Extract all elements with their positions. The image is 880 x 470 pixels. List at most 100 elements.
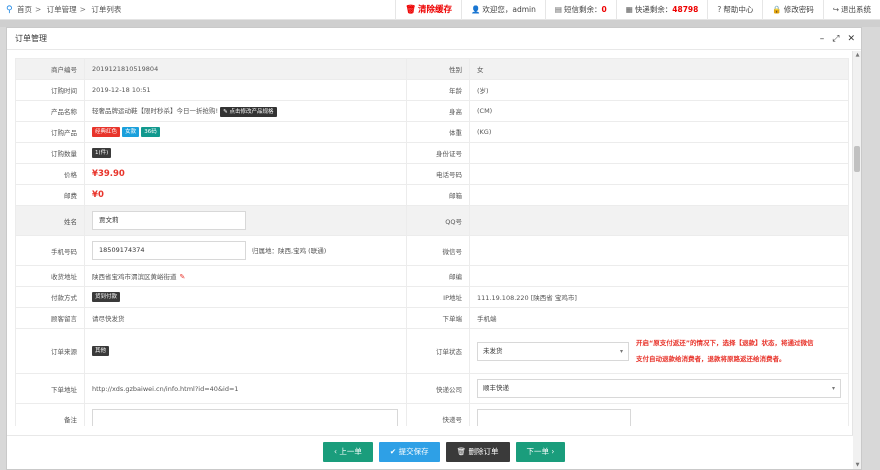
tag-style: 女款: [122, 127, 140, 137]
weight-value: (KG): [469, 121, 849, 143]
height-value: (CM): [469, 100, 849, 122]
action-buttons: ‹ 上一单 ✔ 提交保存 🗑 删除订单 下一单 ›: [323, 442, 566, 462]
product-name-value: 轻奢品牌运动鞋【限时秒杀】今日一折抢购!: [92, 107, 219, 115]
order-url-value: http://xds.gzbaiwei.cn/info.html?id=40&i…: [84, 373, 407, 404]
form-row: 手机号码 18509174374 归属地：陕西,宝鸡 (联通) 微信号: [15, 235, 849, 266]
status-label: 订单状态: [405, 328, 471, 374]
quantity-label: 订购数量: [15, 142, 86, 164]
edit-spec-button[interactable]: ✎ 点击修改产品规格: [220, 107, 277, 117]
order-url-label: 下单地址: [15, 373, 86, 404]
quantity-badge: 1(件): [92, 148, 112, 158]
background-tab-strip: [0, 20, 880, 27]
chevron-down-icon: ▾: [619, 347, 623, 355]
modal-scrollbar[interactable]: ▲ ▼: [852, 51, 861, 469]
welcome-user[interactable]: 👤 欢迎您，admin: [461, 0, 545, 20]
ip-label: IP地址: [405, 286, 471, 308]
maximize-icon[interactable]: ⤢: [832, 28, 839, 50]
gender-label: 性别: [405, 58, 471, 80]
clear-cache-button[interactable]: 🗑 清除缓存: [395, 0, 461, 20]
breadcrumb-orders[interactable]: 订单管理: [47, 5, 77, 14]
address-label: 收货地址: [15, 265, 86, 287]
breadcrumb: ⚲ 首页 > 订单管理 > 订单列表: [6, 5, 122, 15]
chevron-left-icon: ‹: [334, 447, 337, 456]
note-label: 备注: [15, 403, 86, 426]
form-row: 订单来源 其他 订单状态 未发货 ▾ 开启“原支付返还”的情况下，选择【退款】状态…: [15, 328, 849, 374]
terminal-label: 下单端: [405, 307, 471, 329]
address-cell: 陕西省宝鸡市渭滨区黄峪街道 ✎: [84, 265, 407, 287]
name-cell: 贾文莉: [84, 205, 407, 236]
tag-color: 经典红色: [92, 127, 121, 137]
sms-icon: ▤: [554, 5, 562, 14]
form-row: 顾客留言 请尽快发货 下单端 手机端: [15, 307, 849, 329]
top-nav: 🗑 清除缓存 👤 欢迎您，admin ▤ 短信剩余：0 ▦ 快递剩余：48798 ? 帮助…: [395, 0, 880, 20]
merchant-no-label: 商户编号: [15, 58, 86, 80]
mailbox-value: [469, 184, 849, 206]
save-button[interactable]: ✔ 提交保存: [378, 442, 440, 462]
logout-link[interactable]: ↪ 退出系统: [822, 0, 880, 20]
status-select[interactable]: 未发货 ▾: [477, 341, 629, 361]
note-input[interactable]: [92, 409, 399, 426]
scroll-thumb[interactable]: [854, 146, 860, 172]
note-cell: [84, 403, 407, 426]
scroll-up-icon[interactable]: ▲: [854, 52, 861, 58]
payment-badge: 货到付款: [92, 292, 121, 302]
name-input[interactable]: 贾文莉: [92, 211, 247, 230]
order-time-value: 2019-12-18 10:51: [84, 79, 407, 101]
wechat-label: 微信号: [405, 235, 471, 266]
status-note: 开启“原支付返还”的情况下，选择【退款】状态，将通过微信 支付自动退款给消费者，…: [636, 335, 814, 367]
source-label: 订单来源: [15, 328, 86, 374]
qq-label: QQ号: [405, 205, 471, 236]
change-password-link[interactable]: 🔒 修改密码: [762, 0, 822, 20]
order-product-tags: 经典红色 女款 36码: [84, 121, 407, 143]
shipping-value: ¥0: [92, 190, 104, 200]
wechat-value: [469, 235, 849, 266]
status-note-line-2: 支付自动退款给消费者，退款将原路返还给消费者。: [636, 355, 786, 363]
next-order-button[interactable]: 下一单 ›: [515, 442, 566, 462]
order-modal: 订单管理 – ⤢ ✕ 商户编号 2019121810519804 性别 女 订购…: [6, 27, 862, 470]
form-row: 订购数量 1(件) 身份证号: [15, 142, 849, 164]
scroll-down-icon[interactable]: ▼: [854, 462, 861, 468]
pencil-icon[interactable]: ✎: [180, 273, 186, 281]
price-label: 价格: [15, 163, 86, 185]
courier-select[interactable]: 顺丰快递 ▾: [477, 379, 841, 398]
form-row: 邮费 ¥0 邮箱: [15, 184, 849, 206]
form-row: 商户编号 2019121810519804 性别 女: [15, 58, 849, 80]
modal-footer: ‹ 上一单 ✔ 提交保存 🗑 删除订单 下一单 ›: [7, 435, 853, 469]
breadcrumb-home[interactable]: 首页: [17, 5, 32, 14]
id-value: [469, 142, 849, 164]
trash-icon: 🗑: [456, 447, 467, 456]
user-icon: 👤: [471, 5, 481, 14]
merchant-no-value: 2019121810519804: [84, 58, 407, 80]
trash-icon: 🗑: [405, 5, 417, 15]
ip-value: 111.19.108.220 [陕西省 宝鸡市]: [469, 286, 849, 308]
check-icon: ✔: [389, 447, 397, 456]
phone-code-label: 电话号码: [405, 163, 471, 185]
close-icon[interactable]: ✕: [847, 28, 855, 50]
age-label: 年龄: [405, 79, 471, 101]
modal-header: 订单管理 – ⤢ ✕: [7, 28, 861, 50]
mobile-geo: 归属地：陕西,宝鸡 (联通): [252, 246, 327, 255]
tracking-input[interactable]: [477, 409, 631, 426]
status-note-line-1: 开启“原支付返还”的情况下，选择【退款】状态，将通过微信: [636, 339, 814, 347]
price-value: ¥39.90: [92, 169, 125, 179]
gender-value: 女: [469, 58, 849, 80]
express-remaining[interactable]: ▦ 快递剩余：48798: [615, 0, 708, 20]
modal-body: 商户编号 2019121810519804 性别 女 订购时间 2019-12-…: [15, 58, 849, 426]
mobile-label: 手机号码: [15, 235, 86, 266]
courier-label: 快递公司: [405, 373, 471, 404]
sms-remaining[interactable]: ▤ 短信剩余：0: [544, 0, 616, 20]
form-row: 收货地址 陕西省宝鸡市渭滨区黄峪街道 ✎ 邮编: [15, 265, 849, 287]
help-center-link[interactable]: ? 帮助中心: [707, 0, 762, 20]
prev-order-button[interactable]: ‹ 上一单: [323, 442, 373, 462]
minimize-icon[interactable]: –: [820, 28, 825, 50]
remark-value: 请尽快发货: [84, 307, 407, 329]
order-time-label: 订购时间: [15, 79, 86, 101]
form-row: 产品名称 轻奢品牌运动鞋【限时秒杀】今日一折抢购! ✎ 点击修改产品规格 身高 (…: [15, 100, 849, 122]
age-value: (岁): [469, 79, 849, 101]
order-form-table: 商户编号 2019121810519804 性别 女 订购时间 2019-12-…: [15, 58, 849, 426]
delete-order-button[interactable]: 🗑 删除订单: [445, 442, 510, 462]
modal-tools: – ⤢ ✕: [820, 28, 855, 50]
mobile-input[interactable]: 18509174374: [92, 241, 247, 260]
form-row: 付款方式 货到付款 IP地址 111.19.108.220 [陕西省 宝鸡市]: [15, 286, 849, 308]
tracking-label: 快递号: [405, 403, 471, 426]
